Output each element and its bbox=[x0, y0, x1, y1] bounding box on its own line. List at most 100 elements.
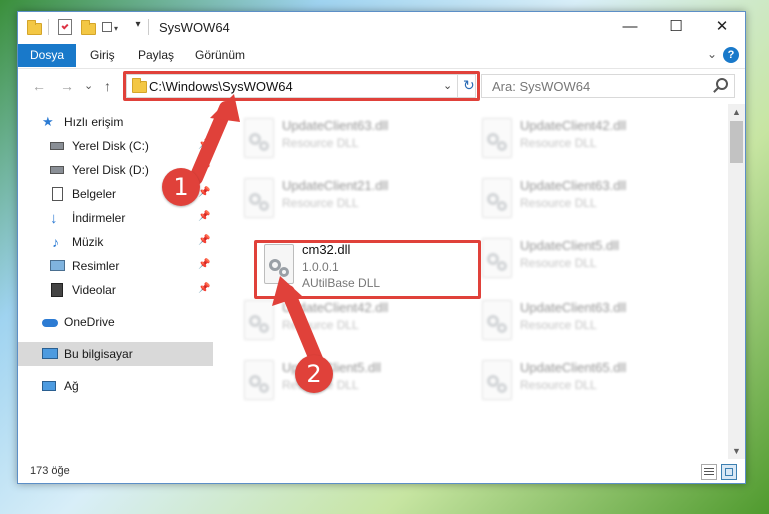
up-arrow-icon[interactable]: ↑ bbox=[104, 78, 111, 94]
star-icon: ★ bbox=[42, 114, 54, 129]
file-name: UpdateClient42.dll bbox=[282, 300, 389, 315]
music-icon: ♪ bbox=[52, 234, 59, 250]
pin-icon[interactable]: 📌 bbox=[198, 139, 210, 150]
sidebar-item-videolar[interactable]: Videolar 📌 bbox=[18, 278, 213, 302]
scroll-down-icon[interactable]: ▼ bbox=[732, 446, 741, 456]
back-arrow-icon[interactable]: ← bbox=[32, 78, 46, 94]
properties-icon[interactable] bbox=[58, 19, 72, 35]
file-name: UpdateClient5.dll bbox=[520, 238, 620, 253]
dll-file-icon bbox=[244, 118, 274, 158]
file-name: UpdateClient65.dll bbox=[520, 360, 627, 375]
sidebar-item-disk-c[interactable]: Yerel Disk (C:) 📌 bbox=[18, 134, 213, 158]
file-description: Resource DLL bbox=[520, 318, 597, 332]
file-item[interactable]: UpdateClient42.dll Resource DLL bbox=[234, 294, 464, 350]
dll-file-icon bbox=[482, 238, 512, 278]
recent-locations-icon[interactable]: ⌄ bbox=[84, 79, 93, 92]
minimize-button[interactable]: — bbox=[607, 12, 653, 42]
file-item[interactable]: UpdateClient63.dll Resource DLL bbox=[234, 112, 464, 168]
sidebar-item-resimler[interactable]: Resimler 📌 bbox=[18, 254, 213, 278]
file-item[interactable]: UpdateClient63.dll Resource DLL bbox=[472, 172, 702, 228]
sidebar-item-muzik[interactable]: ♪ Müzik 📌 bbox=[18, 230, 213, 254]
cloud-icon bbox=[42, 314, 58, 330]
status-bar: 173 öğe bbox=[18, 461, 745, 483]
file-item[interactable]: UpdateClient65.dll Resource DLL bbox=[472, 354, 702, 410]
sidebar-item-label: OneDrive bbox=[64, 315, 115, 329]
search-icon bbox=[716, 78, 728, 90]
scrollbar-thumb[interactable] bbox=[730, 121, 743, 163]
explorer-window: ▾ ▾ SysWOW64 — ☐ ✕ Dosya Giriş Paylaş Gö… bbox=[17, 11, 746, 484]
address-highlight-box bbox=[123, 71, 480, 101]
file-description: Resource DLL bbox=[520, 196, 597, 210]
forward-arrow-icon[interactable]: → bbox=[60, 78, 74, 94]
folder-icon bbox=[26, 19, 42, 35]
separator bbox=[48, 19, 49, 35]
file-name: UpdateClient21.dll bbox=[282, 178, 389, 193]
expand-ribbon-icon[interactable]: ⌄ bbox=[707, 47, 717, 61]
file-description: Resource DLL bbox=[282, 196, 359, 210]
file-list: UpdateClient63.dll Resource DLL UpdateCl… bbox=[214, 104, 728, 459]
videos-icon bbox=[50, 282, 66, 298]
sidebar-item-label: Bu bilgisayar bbox=[64, 347, 133, 361]
file-item[interactable]: UpdateClient21.dll Resource DLL bbox=[234, 172, 464, 228]
sidebar-item-label: İndirmeler bbox=[72, 211, 126, 225]
documents-icon bbox=[50, 186, 66, 202]
sidebar-item-onedrive[interactable]: OneDrive bbox=[18, 310, 213, 334]
file-item[interactable]: UpdateClient5.dll Resource DLL bbox=[472, 232, 702, 288]
vertical-scrollbar[interactable]: ▲ ▼ bbox=[728, 104, 745, 459]
pin-icon[interactable]: 📌 bbox=[198, 235, 210, 246]
ribbon-tabs: Dosya Giriş Paylaş Görünüm ⌄ ? bbox=[18, 44, 745, 67]
callout-step-2: 2 bbox=[295, 355, 333, 393]
customize-quick-access-icon[interactable]: ▾ bbox=[102, 19, 118, 35]
dll-file-icon bbox=[482, 300, 512, 340]
navigation-bar: ← → ⌄ ↑ C:\Windows\SysWOW64 ⌄ ↻ Ara: Sys… bbox=[18, 68, 745, 102]
window-title: SysWOW64 bbox=[159, 20, 230, 35]
large-icons-view-icon[interactable] bbox=[721, 464, 737, 480]
sidebar-item-bu-bilgisayar[interactable]: Bu bilgisayar bbox=[18, 342, 213, 366]
sidebar-item-label: Belgeler bbox=[72, 187, 117, 201]
dll-file-icon bbox=[482, 118, 512, 158]
file-description: Resource DLL bbox=[282, 136, 359, 150]
file-description: Resource DLL bbox=[520, 136, 597, 150]
tab-giris[interactable]: Giriş bbox=[78, 44, 127, 67]
file-name: UpdateClient63.dll bbox=[282, 118, 389, 133]
sidebar-item-label: Resimler bbox=[72, 259, 120, 273]
details-view-icon[interactable] bbox=[701, 464, 717, 480]
quick-access-dropdown-icon[interactable]: ▾ bbox=[130, 19, 146, 35]
help-icon[interactable]: ? bbox=[723, 47, 739, 63]
file-highlight-box bbox=[254, 240, 481, 299]
tab-paylas[interactable]: Paylaş bbox=[126, 44, 186, 67]
title-bar: ▾ ▾ SysWOW64 — ☐ ✕ bbox=[18, 12, 745, 44]
file-name: UpdateClient42.dll bbox=[520, 118, 627, 133]
sidebar-item-label: Yerel Disk (D:) bbox=[72, 163, 149, 177]
item-count: 173 öğe bbox=[30, 465, 70, 477]
search-input[interactable]: Ara: SysWOW64 bbox=[481, 74, 735, 98]
dll-file-icon bbox=[244, 360, 274, 400]
sidebar-item-label: Hızlı erişim bbox=[64, 115, 124, 129]
pin-icon[interactable]: 📌 bbox=[198, 259, 210, 270]
dll-file-icon bbox=[482, 360, 512, 400]
file-item[interactable]: UpdateClient63.dll Resource DLL bbox=[472, 294, 702, 350]
sidebar-item-ag[interactable]: Ağ bbox=[18, 374, 213, 398]
network-icon bbox=[42, 378, 58, 394]
file-description: Resource DLL bbox=[282, 318, 359, 332]
maximize-button[interactable]: ☐ bbox=[653, 12, 699, 42]
pin-icon[interactable]: 📌 bbox=[198, 283, 210, 294]
download-icon: ↓ bbox=[50, 210, 58, 227]
computer-icon bbox=[42, 346, 58, 362]
sidebar-item-quick-access[interactable]: ★ Hızlı erişim bbox=[18, 110, 213, 134]
file-item[interactable]: UpdateClient5.dll Resource DLL bbox=[234, 354, 464, 410]
pin-icon[interactable]: 📌 bbox=[198, 211, 210, 222]
new-folder-icon[interactable] bbox=[80, 19, 96, 35]
dll-file-icon bbox=[244, 178, 274, 218]
file-item[interactable]: UpdateClient42.dll Resource DLL bbox=[472, 112, 702, 168]
sidebar-item-label: Videolar bbox=[72, 283, 116, 297]
tab-gorunum[interactable]: Görünüm bbox=[183, 44, 257, 67]
dll-file-icon bbox=[482, 178, 512, 218]
close-button[interactable]: ✕ bbox=[699, 12, 745, 42]
file-description: Resource DLL bbox=[520, 378, 597, 392]
navigation-pane: ★ Hızlı erişim Yerel Disk (C:) 📌 Yerel D… bbox=[18, 104, 213, 459]
scroll-up-icon[interactable]: ▲ bbox=[732, 107, 741, 117]
sidebar-item-indirmeler[interactable]: ↓ İndirmeler 📌 bbox=[18, 206, 213, 230]
tab-dosya[interactable]: Dosya bbox=[18, 44, 77, 67]
pin-icon[interactable]: 📌 bbox=[198, 163, 210, 174]
